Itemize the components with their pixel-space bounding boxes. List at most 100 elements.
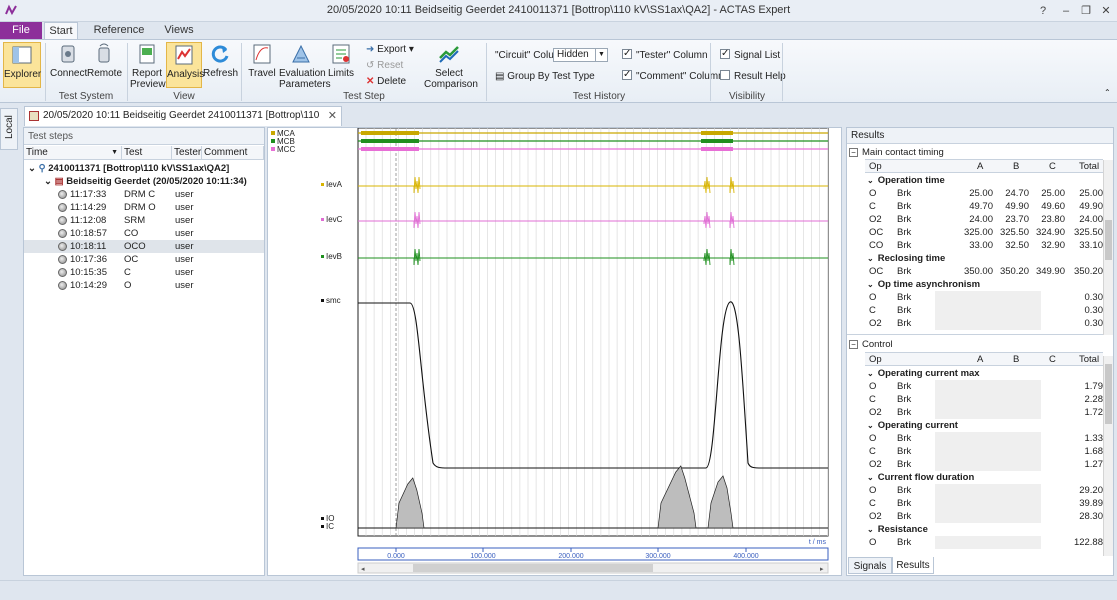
list-item[interactable]: 10:15:35 Cuser	[24, 266, 264, 279]
connect-icon	[61, 45, 75, 63]
list-item[interactable]: 10:18:57 CO user	[24, 227, 264, 240]
group-by-test-type-button[interactable]: ▤ Group By Test Type	[495, 70, 595, 84]
column-header-a[interactable]: A	[977, 353, 983, 367]
signal-list-checkbox[interactable]: Signal List	[720, 47, 780, 63]
result-row: O Brk 122.88	[867, 536, 1103, 549]
signal-chart[interactable]: MCAMCBMCCIevAIevCIevBsmcIOIC0.000 100.000…	[268, 128, 843, 577]
scroll-left-icon[interactable]: ◂	[361, 566, 365, 573]
tab-file[interactable]: File	[0, 22, 42, 39]
reset-button[interactable]: ↺ Reset	[366, 59, 403, 73]
remote-button[interactable]: Remote	[87, 42, 122, 79]
column-header-a[interactable]: A	[977, 160, 983, 174]
list-item[interactable]: 10:14:29 Ouser	[24, 279, 264, 292]
signal-label-ic[interactable]: IC	[326, 522, 334, 531]
connect-button[interactable]: Connect	[50, 42, 87, 79]
scrollbar-thumb[interactable]	[1105, 220, 1112, 260]
column-header-c[interactable]: C	[1049, 160, 1056, 174]
column-header-total[interactable]: Total	[1079, 353, 1099, 367]
result-group-title[interactable]: ⌄ Resistance	[867, 523, 928, 536]
select-comparison-button[interactable]: Select Comparison	[424, 42, 478, 90]
result-help-checkbox[interactable]: Result Help	[720, 70, 786, 84]
tab-reference-record[interactable]: Reference Record	[82, 22, 156, 53]
evaluation-parameters-button[interactable]: Evaluation Parameters	[279, 42, 331, 90]
column-header-op[interactable]: Op	[869, 160, 882, 174]
column-header-c[interactable]: C	[1049, 353, 1056, 367]
list-item[interactable]: 10:18:11 OCO user	[24, 240, 264, 253]
local-side-tab[interactable]: Local	[0, 108, 18, 150]
travel-button[interactable]: Travel	[246, 42, 278, 79]
column-header-op[interactable]: Op	[869, 353, 882, 367]
maximize-button[interactable]: ❐	[1078, 3, 1094, 19]
list-item[interactable]: 11:12:08 SRM user	[24, 214, 264, 227]
signal-chart-panel[interactable]: MCA MCB MCC IevA IevC IevB smc IO IC 0.000 100.000…	[267, 127, 842, 576]
result-group-title[interactable]: ⌄ Op time asynchronism	[867, 278, 980, 291]
result-group-title[interactable]: ⌄ Operating current	[867, 419, 958, 432]
tree-root[interactable]: ⌄ ⚲ 2410011371 [Bottrop\110 kV\SS1ax\QA2…	[28, 162, 229, 175]
comment-column-checkbox[interactable]: "Comment" Column	[622, 68, 724, 84]
minimize-button[interactable]: –	[1058, 3, 1074, 19]
local-label: Local	[4, 115, 15, 139]
collapse-icon[interactable]: −	[849, 340, 858, 349]
list-item[interactable]: 11:17:33 DRM C user	[24, 188, 264, 201]
help-icon[interactable]: ?	[1035, 3, 1051, 19]
result-op: C	[869, 394, 876, 405]
chevron-down-icon[interactable]: ⌄	[867, 176, 874, 185]
expand-icon[interactable]: ⌄	[28, 163, 36, 174]
tab-results[interactable]: Results	[892, 557, 934, 574]
column-header-test[interactable]: Test	[122, 146, 172, 160]
main-scrollbar[interactable]	[1103, 160, 1113, 335]
tester-column-checkbox[interactable]: "Tester" Column	[622, 47, 708, 63]
limits-button[interactable]: Limits	[326, 42, 356, 79]
result-group-title[interactable]: ⌄ Current flow duration	[867, 471, 974, 484]
signal-label-ievb[interactable]: IevB	[326, 252, 342, 261]
close-icon[interactable]: ✕	[328, 107, 337, 125]
expand-icon[interactable]: ⌄	[44, 176, 52, 187]
result-unit: Brk	[897, 318, 912, 329]
chevron-down-icon[interactable]: ⌄	[867, 473, 874, 482]
section-control[interactable]: − Control	[849, 338, 893, 351]
scrollbar-thumb[interactable]	[413, 564, 653, 572]
section-main-contact-timing[interactable]: − Main contact timing	[849, 146, 944, 159]
collapse-ribbon-icon[interactable]: ⌃	[1104, 86, 1111, 100]
refresh-button[interactable]: Refresh	[203, 42, 238, 79]
chevron-down-icon[interactable]: ⌄	[867, 421, 874, 430]
export-button[interactable]: ➜ Export ▾	[366, 43, 414, 57]
chevron-down-icon[interactable]: ⌄	[867, 369, 874, 378]
signal-label-ieva[interactable]: IevA	[326, 180, 343, 189]
tab-signals[interactable]: Signals	[848, 557, 892, 574]
circuit-column-select[interactable]: Hidden ▼	[553, 48, 608, 62]
column-header-b[interactable]: B	[1013, 353, 1019, 367]
column-header-total[interactable]: Total	[1079, 160, 1099, 174]
column-header-time[interactable]: Time ▼	[24, 146, 122, 160]
test-step-icon	[58, 255, 67, 264]
chevron-down-icon[interactable]: ⌄	[867, 254, 874, 263]
chevron-down-icon[interactable]: ⌄	[867, 280, 874, 289]
column-time-label: Time	[26, 147, 48, 158]
report-preview-button[interactable]: Report Preview	[130, 42, 166, 90]
column-header-comment[interactable]: Comment	[202, 146, 264, 160]
document-tab[interactable]: 20/05/2020 10:11 Beidseitig Geerdet 2410…	[24, 106, 342, 139]
chevron-down-icon[interactable]: ⌄	[867, 525, 874, 534]
collapse-icon[interactable]: −	[849, 148, 858, 157]
column-header-tester[interactable]: Tester	[172, 146, 202, 160]
result-group-label: Reclosing time	[877, 253, 946, 264]
signal-label-ievc[interactable]: IevC	[326, 215, 343, 224]
filter-icon[interactable]: ▼	[111, 146, 118, 160]
list-item[interactable]: 10:17:36 OC user	[24, 253, 264, 266]
close-window-button[interactable]: ✕	[1098, 3, 1114, 19]
scrollbar-thumb[interactable]	[1105, 364, 1112, 424]
result-group-title[interactable]: ⌄ Operating current max	[867, 367, 980, 380]
signal-label-smc[interactable]: smc	[326, 296, 341, 305]
analysis-button[interactable]: Analysis	[166, 42, 204, 88]
tree-record[interactable]: ⌄ ▤ Beidseitig Geerdet (20/05/2020 10:11…	[44, 175, 247, 188]
list-item[interactable]: 11:14:29 DRM O user	[24, 201, 264, 214]
result-group-title[interactable]: ⌄ Operation time	[867, 174, 945, 187]
control-scrollbar[interactable]	[1103, 356, 1113, 556]
delete-button[interactable]: ✕ Delete	[366, 75, 406, 89]
tab-views[interactable]: Views	[162, 22, 196, 39]
result-group-title[interactable]: ⌄ Reclosing time	[867, 252, 945, 265]
column-header-b[interactable]: B	[1013, 160, 1019, 174]
explorer-button[interactable]: Explorer	[3, 42, 41, 88]
scroll-right-icon[interactable]: ▸	[820, 566, 824, 573]
tab-start[interactable]: Start	[44, 22, 78, 39]
